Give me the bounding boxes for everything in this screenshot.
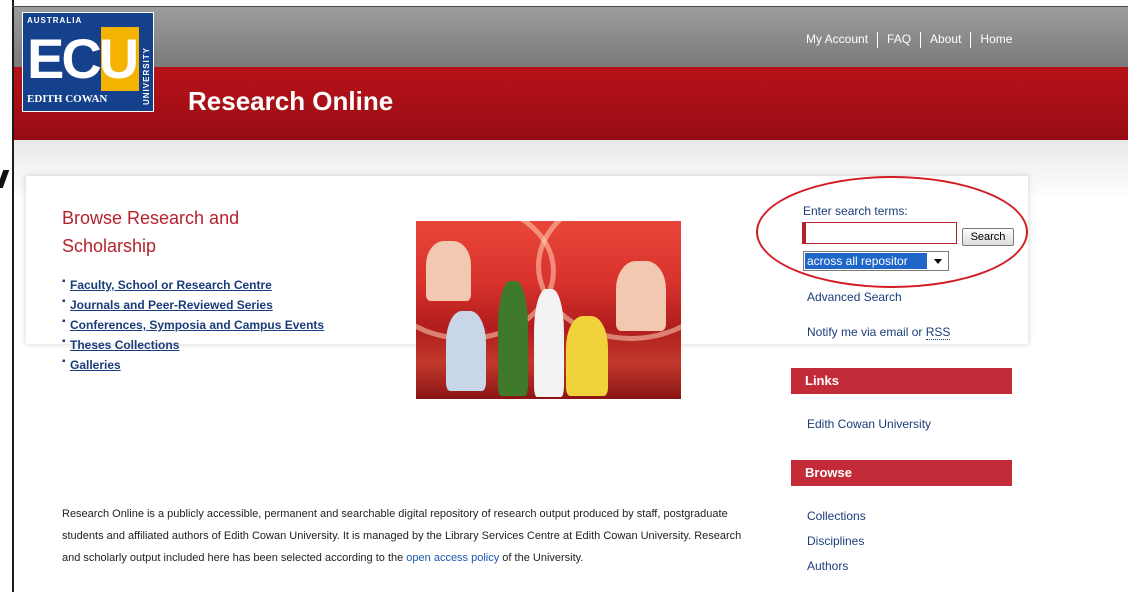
- bullet-icon: ▪: [62, 316, 66, 327]
- about-link[interactable]: About: [930, 32, 961, 46]
- search-button[interactable]: Search: [962, 228, 1014, 246]
- bullet-icon: ▪: [62, 276, 66, 287]
- nav-separator: [970, 32, 972, 48]
- my-account-link[interactable]: My Account: [806, 32, 868, 46]
- about-text-part1: Research Online is a publicly accessible…: [62, 508, 742, 564]
- home-link[interactable]: Home: [980, 32, 1012, 46]
- feature-image: [416, 221, 681, 399]
- list-item: ▪ Conferences, Symposia and Campus Events: [62, 316, 324, 338]
- image-figure: [426, 241, 471, 301]
- image-figure: [446, 311, 486, 391]
- top-nav: My Account FAQ About Home: [806, 32, 1012, 48]
- browse-link-authors[interactable]: Authors: [807, 559, 848, 573]
- site-title[interactable]: Research Online: [188, 86, 393, 117]
- notify-text: Notify me via email or RSS: [807, 325, 951, 340]
- bullet-icon: ▪: [62, 336, 66, 347]
- header-banner: [14, 67, 1128, 140]
- browse-link-faculty[interactable]: Faculty, School or Research Centre: [70, 278, 272, 292]
- browse-link-journals[interactable]: Journals and Peer-Reviewed Series: [70, 298, 273, 312]
- search-scope-value: across all repositor: [805, 253, 927, 269]
- advanced-search-link[interactable]: Advanced Search: [807, 290, 902, 304]
- browse-heading: Browse Research and Scholarship: [62, 208, 240, 256]
- image-figure: [566, 316, 608, 396]
- open-access-policy-link[interactable]: open access policy: [406, 552, 499, 564]
- list-item: ▪ Journals and Peer-Reviewed Series: [62, 296, 324, 318]
- rss-link[interactable]: RSS: [925, 325, 951, 340]
- about-text-part2: of the University.: [499, 552, 584, 564]
- chevron-down-icon: [934, 259, 942, 264]
- list-item: ▪ Galleries: [62, 356, 324, 378]
- logo-name: EDITH COWAN: [27, 93, 108, 105]
- image-figure: [616, 261, 666, 331]
- nav-separator: [920, 32, 922, 48]
- ecu-logo[interactable]: AUSTRALIA ECU UNIVERSITY EDITH COWAN: [22, 12, 154, 112]
- faq-link[interactable]: FAQ: [887, 32, 911, 46]
- logo-university: UNIVERSITY: [142, 46, 151, 105]
- browse-link-theses[interactable]: Theses Collections: [70, 338, 179, 352]
- search-label: Enter search terms:: [803, 204, 908, 218]
- bullet-icon: ▪: [62, 356, 66, 367]
- logo-country: AUSTRALIA: [27, 16, 83, 25]
- browse-link-conferences[interactable]: Conferences, Symposia and Campus Events: [70, 318, 324, 332]
- list-item: ▪ Faculty, School or Research Centre: [62, 276, 324, 298]
- nav-separator: [877, 32, 879, 48]
- notify-label: Notify me via email or: [807, 325, 926, 339]
- link-edith-cowan[interactable]: Edith Cowan University: [807, 417, 931, 431]
- margin-mark: [0, 170, 10, 188]
- browse-section-header: Browse: [791, 460, 1012, 486]
- logo-background: AUSTRALIA ECU UNIVERSITY EDITH COWAN: [23, 13, 153, 111]
- browse-link-galleries[interactable]: Galleries: [70, 358, 121, 372]
- about-paragraph: Research Online is a publicly accessible…: [62, 503, 762, 569]
- search-scope-select[interactable]: across all repositor: [803, 251, 949, 271]
- search-input[interactable]: [802, 222, 957, 244]
- image-figure: [534, 289, 564, 397]
- list-item: ▪ Theses Collections: [62, 336, 324, 358]
- browse-link-disciplines[interactable]: Disciplines: [807, 534, 864, 548]
- image-figure: [498, 281, 528, 396]
- links-section-header: Links: [791, 368, 1012, 394]
- logo-initials: ECU: [27, 27, 139, 90]
- browse-link-collections[interactable]: Collections: [807, 509, 866, 523]
- browse-list: ▪ Faculty, School or Research Centre ▪ Jou…: [62, 276, 324, 378]
- bullet-icon: ▪: [62, 296, 66, 307]
